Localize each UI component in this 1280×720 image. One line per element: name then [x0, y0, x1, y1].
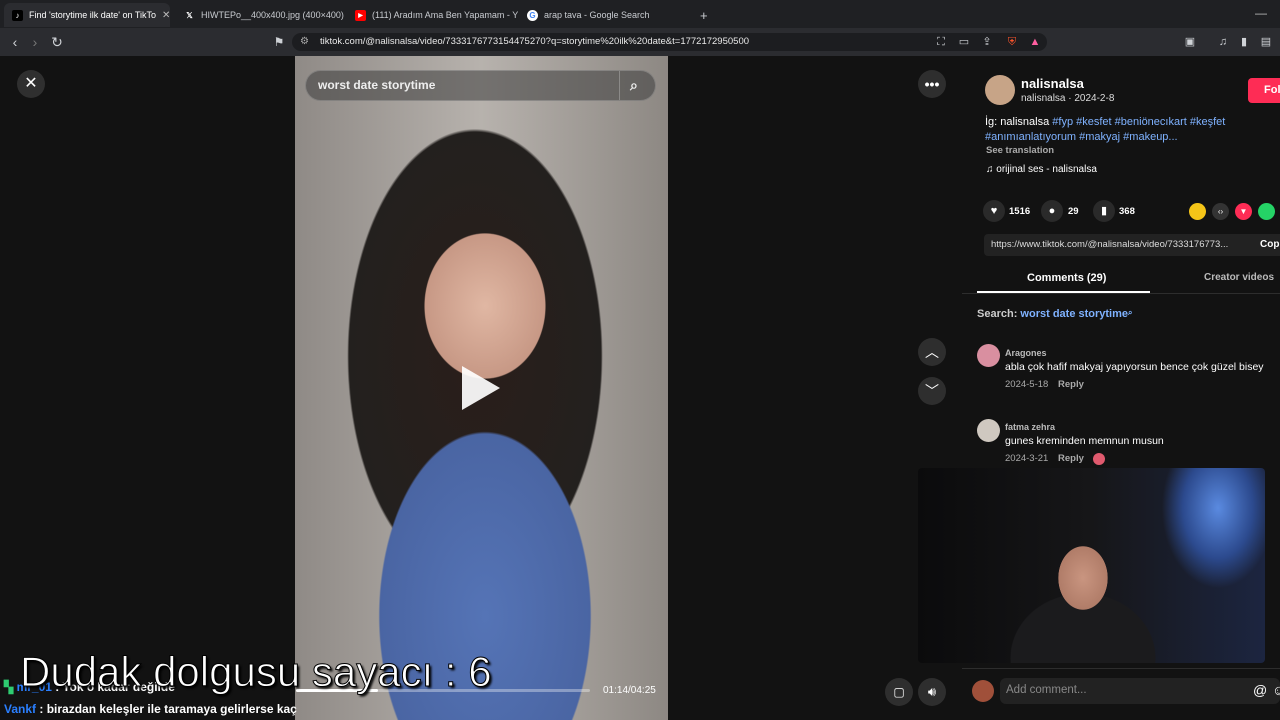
- caption-hashtags-2[interactable]: #anımıanlatıyorum #makyaj #makeup...: [985, 131, 1178, 143]
- youtube-icon: ▶: [355, 9, 366, 21]
- tab-tiktok[interactable]: ♪ Find 'storytime ilk date' on TikTo ✕: [4, 3, 170, 27]
- webcam-overlay: [918, 468, 1265, 663]
- creator-liked-icon: [1093, 453, 1105, 465]
- emoji-icon[interactable]: ☺: [1272, 682, 1280, 698]
- author-subtitle: nalisnalsa · 2024-2-8: [1021, 93, 1115, 104]
- comment-count: 29: [1068, 206, 1079, 217]
- caption-hashtags[interactable]: #fyp #kesfet #beniönecıkart #keşfet: [1052, 116, 1225, 128]
- counter-overlay: Dudak dolgusu sayacı : 6: [20, 648, 493, 696]
- chevron-up-icon[interactable]: ︿: [918, 338, 946, 366]
- music-note-icon: ♫: [986, 164, 997, 175]
- share-icon[interactable]: ⇪: [980, 35, 994, 49]
- bookmark-icon[interactable]: ⚑: [270, 33, 288, 51]
- tab-title: arap tava - Google Search: [544, 10, 650, 20]
- screenshot-icon[interactable]: ▣: [1183, 35, 1197, 49]
- video-time: 01:14/04:25: [603, 685, 656, 696]
- follow-button[interactable]: Fol: [1248, 78, 1280, 103]
- divider: [962, 293, 1280, 294]
- tab-creator-videos[interactable]: Creator videos: [1204, 272, 1274, 283]
- video-link[interactable]: https://www.tiktok.com/@nalisnalsa/video…: [991, 239, 1228, 250]
- tab-bar: ♪ Find 'storytime ilk date' on TikTo ✕ 𝕏…: [0, 0, 1280, 28]
- tab-title: (111) Aradım Ama Ben Yapamam - Y: [372, 10, 519, 20]
- close-icon[interactable]: ✕: [156, 10, 170, 21]
- author-name[interactable]: nalisnalsa: [1021, 76, 1084, 91]
- tab-comments[interactable]: Comments (29): [1027, 272, 1106, 284]
- chat-text: : birazdan keleşler ile taramaya gelirle…: [39, 702, 297, 716]
- comment-date: 2024-3-21: [1005, 453, 1049, 464]
- search-icon[interactable]: ⌕: [630, 71, 638, 100]
- miniplayer-icon[interactable]: ▢: [885, 678, 913, 706]
- tab-title: Find 'storytime ilk date' on TikTo: [29, 10, 156, 20]
- avatar[interactable]: [985, 75, 1015, 105]
- avatar[interactable]: [977, 419, 1000, 442]
- url-text: tiktok.com/@nalisnalsa/video/73331767731…: [320, 36, 750, 47]
- chat-username: Vankf: [4, 702, 37, 716]
- comment-username[interactable]: fatma zehra: [1005, 422, 1055, 432]
- sound-name: orijinal ses - nalisnalsa: [996, 164, 1097, 175]
- embed-icon[interactable]: ‹›: [1212, 203, 1229, 220]
- tab-google[interactable]: G arap tava - Google Search: [519, 3, 689, 27]
- chat-badge-icon: ▚: [4, 680, 17, 694]
- x-icon: 𝕏: [186, 10, 193, 20]
- comment-text: abla çok hafif makyaj yapıyorsun bence ç…: [1005, 361, 1264, 373]
- sidebar-icon[interactable]: ▮: [1237, 35, 1251, 49]
- wallet-icon[interactable]: ▤: [1259, 35, 1273, 49]
- reload-icon[interactable]: ↻: [48, 33, 66, 51]
- translate-icon[interactable]: ⛶: [934, 35, 948, 49]
- cast-icon[interactable]: ▭: [957, 35, 971, 49]
- coin-icon[interactable]: [1189, 203, 1206, 220]
- divider: [962, 668, 1280, 669]
- avatar: [972, 680, 994, 702]
- search-prefix: Search:: [977, 308, 1018, 320]
- comment-icon[interactable]: ●: [1041, 200, 1063, 222]
- chevron-down-icon[interactable]: ﹀: [918, 377, 946, 405]
- comment-username[interactable]: Aragones: [1005, 348, 1047, 358]
- like-count: 1516: [1009, 206, 1031, 217]
- comment-date: 2024-5-18: [1005, 379, 1049, 390]
- reply-button[interactable]: Reply: [1058, 379, 1084, 390]
- media-icon[interactable]: ♫: [1216, 35, 1230, 49]
- brave-shield-icon[interactable]: ⛨: [1005, 35, 1019, 49]
- video-search-input[interactable]: worst date storytime ⌕: [305, 70, 656, 101]
- more-options-button[interactable]: •••: [918, 70, 946, 98]
- caption-line-1: İg: nalisnalsa #fyp #kesfet #beniönecıka…: [985, 116, 1225, 128]
- tab-youtube[interactable]: ▶ (111) Aradım Ama Ben Yapamam - Y: [347, 3, 519, 27]
- play-icon[interactable]: [462, 366, 500, 410]
- new-tab-button[interactable]: +: [692, 3, 714, 27]
- sound-row[interactable]: ♫ orijinal ses - nalisnalsa: [986, 164, 1097, 175]
- like-icon[interactable]: ♥: [983, 200, 1005, 222]
- mention-icon[interactable]: @: [1253, 682, 1267, 698]
- link-box: https://www.tiktok.com/@nalisnalsa/video…: [984, 234, 1280, 256]
- tab-title: HIWTEPo__400x400.jpg (400×400): [201, 10, 344, 20]
- save-count: 368: [1119, 206, 1135, 217]
- site-settings-icon[interactable]: ⚙: [300, 33, 309, 51]
- caption-text: İg: nalisnalsa: [985, 116, 1050, 128]
- add-comment-placeholder: Add comment...: [1006, 684, 1087, 696]
- comment-search-row: Search: worst date storytime⌕: [977, 308, 1133, 320]
- divider: [619, 71, 620, 100]
- bookmark-icon[interactable]: ▮: [1093, 200, 1115, 222]
- back-icon[interactable]: ‹: [6, 33, 24, 51]
- tab-image[interactable]: 𝕏 HIWTEPo__400x400.jpg (400×400): [176, 3, 346, 27]
- minimize-icon[interactable]: —: [1255, 6, 1267, 20]
- forward-icon[interactable]: ›: [26, 33, 44, 51]
- reply-button[interactable]: Reply: [1058, 453, 1084, 464]
- repost-icon[interactable]: ▼: [1235, 203, 1252, 220]
- tiktok-icon: ♪: [12, 9, 23, 21]
- comment-text: gunes kreminden memnun musun: [1005, 435, 1164, 447]
- close-video-button[interactable]: ✕: [17, 70, 45, 98]
- search-icon: ⌕: [1128, 308, 1133, 317]
- chat-message: Vankf : birazdan keleşler ile taramaya g…: [4, 702, 297, 716]
- brave-rewards-icon[interactable]: ▲: [1028, 35, 1042, 49]
- whatsapp-icon[interactable]: [1258, 203, 1275, 220]
- volume-icon[interactable]: 🔊︎: [918, 678, 946, 706]
- see-translation-link[interactable]: See translation: [986, 145, 1054, 156]
- copy-link-button[interactable]: Cop: [1260, 239, 1279, 250]
- avatar[interactable]: [977, 344, 1000, 367]
- add-comment-input[interactable]: Add comment... @ ☺: [1000, 678, 1280, 704]
- search-term-link[interactable]: worst date storytime: [1020, 308, 1128, 320]
- google-icon: G: [527, 9, 538, 21]
- search-text: worst date storytime: [318, 78, 436, 92]
